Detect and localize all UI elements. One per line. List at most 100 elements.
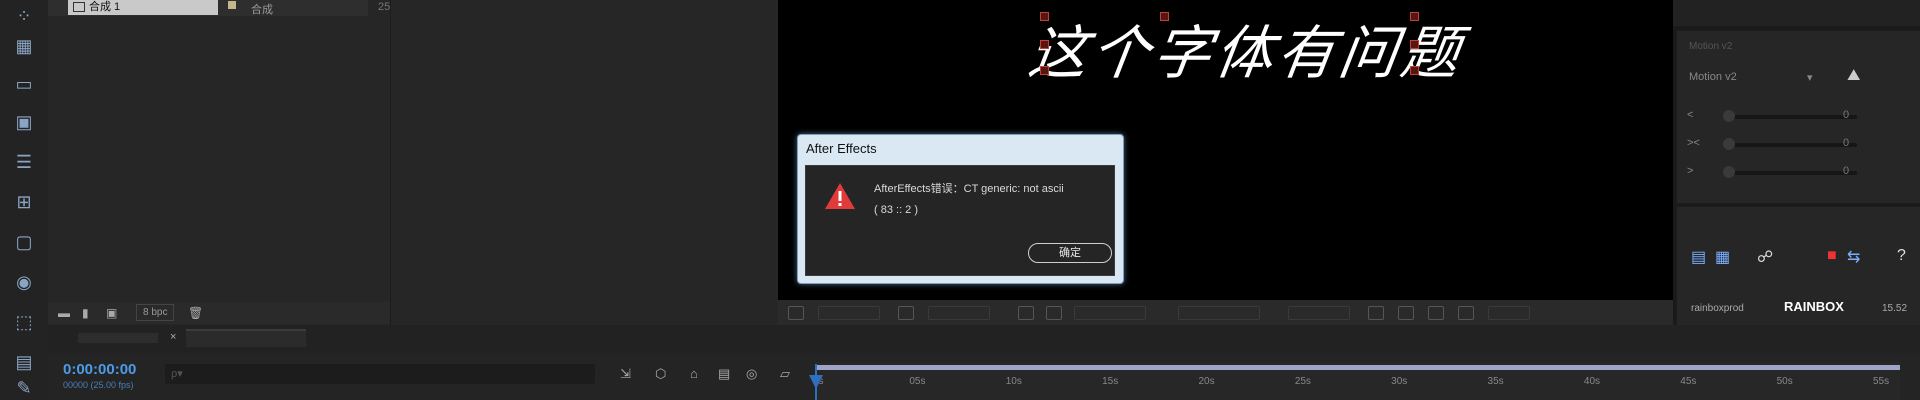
brand-logo: RAINBOX [1784,299,1844,314]
warning-icon [825,183,855,209]
chevron-down-icon[interactable]: ▾ [1807,71,1813,84]
project-item-name[interactable]: 合成 1 [68,0,218,15]
bbox-handle[interactable] [1040,12,1049,21]
slider-track [1727,115,1857,119]
new-comp-icon[interactable]: ▣ [106,306,117,320]
dialog-title: After Effects [806,141,877,156]
motion-slider-2[interactable]: >< 0 [1687,135,1907,153]
draft-3d-icon[interactable]: ⬡ [655,366,666,382]
flowchart-icon[interactable] [1458,306,1474,320]
viewer-controls [778,300,1673,325]
bit-depth-button[interactable]: 8 bpc [136,304,175,321]
close-icon[interactable]: × [170,331,176,343]
snapshot-icon[interactable] [1018,306,1034,320]
composition-flowchart-icon[interactable]: ⇲ [620,366,631,382]
graph-editor-icon[interactable]: ▱ [780,366,790,382]
bbox-handle[interactable] [1040,40,1049,49]
resolution-dropdown[interactable] [928,306,990,320]
slider-knob[interactable] [1723,166,1735,178]
new-folder-icon[interactable]: ▮ [82,306,89,320]
magnification-control[interactable] [788,306,804,320]
project-panel: 合成 1 合成 25 ▬ ▮ ▣ 8 bpc 🗑 [48,0,390,325]
camera-dropdown[interactable] [1074,306,1146,320]
toggle-pixel-icon[interactable] [1368,306,1384,320]
slider-knob[interactable] [1723,110,1735,122]
version-label: 15.52 [1882,303,1908,314]
motion-slider-1[interactable]: < 0 [1687,107,1907,125]
ok-button[interactable]: 确定 [1028,243,1112,263]
ruler-tick-label: 15s [1102,376,1119,387]
bbox-handle[interactable] [1410,66,1419,75]
tab-comp[interactable] [186,329,306,347]
move-tool-icon[interactable]: ⁘ [10,4,38,28]
project-item-row[interactable]: 合成 1 合成 25 [48,0,390,16]
align-icon[interactable]: ☰ [10,150,38,174]
project-item-count: 25 [378,1,391,13]
ruler-tick-label: 10s [1005,376,1022,387]
project-preview-pane [390,0,779,325]
record-icon[interactable]: ■ [1827,247,1837,265]
calculator-icon[interactable]: ▦ [1715,247,1730,267]
monitor-icon[interactable]: ▢ [10,230,38,254]
timeline-icon[interactable] [1428,306,1444,320]
ruler-tick-label: 50s [1776,376,1793,387]
view-layout-dropdown[interactable] [1178,306,1260,320]
info-panel [1673,0,1920,26]
link-icon[interactable]: ⇆ [1847,247,1860,267]
slider-knob[interactable] [1723,138,1735,150]
exposure-control[interactable] [1488,306,1530,320]
ruler-tick-label: 20s [1198,376,1215,387]
render-icon[interactable]: ▤ [10,350,38,374]
zoom-dropdown[interactable] [818,306,880,320]
trash-icon[interactable]: 🗑 [188,306,203,320]
mountains-icon[interactable]: ⛰ [1847,67,1860,85]
nudge-both-icon[interactable]: >< [1687,137,1700,149]
motion-panel-title: Motion v2 [1689,41,1733,52]
bbox-handle[interactable] [1410,40,1419,49]
slider-value: 0 [1843,165,1850,177]
layer-icon[interactable]: ▣ [10,110,38,134]
view-dropdown[interactable] [1288,306,1350,320]
tab-render-queue[interactable] [78,333,158,343]
ruler-tick-label: 25s [1294,376,1311,387]
grid-icon[interactable]: ▦ [10,34,38,58]
folder-icon[interactable]: ▭ [10,72,38,96]
ruler-tick-label: 55s [1873,376,1890,387]
current-timecode[interactable]: 0:00:00:00 [63,361,136,378]
motion-blur-icon[interactable]: ◎ [746,366,757,382]
panels-icon[interactable]: ⊞ [10,190,38,214]
interpret-footage-icon[interactable]: ▬ [58,306,70,320]
ruler-ticks: 0s05s10s15s20s25s30s35s40s45s50s55s [813,362,1900,400]
bbox-handle[interactable] [1040,66,1049,75]
project-item-type: 合成 [251,4,273,16]
motion-preset-dropdown[interactable]: Motion v2 [1689,71,1737,83]
crop-icon[interactable]: ⬚ [10,310,38,334]
fast-preview-icon[interactable] [1398,306,1414,320]
error-dialog: After Effects AfterEffects错误：CT generic:… [797,134,1124,284]
rig-icon[interactable]: ☍ [1757,247,1773,267]
shy-icon[interactable]: ⌂ [690,366,698,381]
motion-panel: Motion v2 Motion v2 ▾ ⛰ < 0 >< 0 > 0 [1676,30,1920,204]
slider-track [1727,171,1857,175]
bbox-handle[interactable] [1160,12,1169,21]
nudge-left-icon[interactable]: < [1687,109,1693,121]
slider-value: 0 [1843,137,1850,149]
motion-slider-3[interactable]: > 0 [1687,163,1907,181]
nudge-right-icon[interactable]: > [1687,165,1693,177]
brush-icon[interactable]: ✎ [10,376,38,400]
camera-icon[interactable]: ◉ [10,270,38,294]
save-icon[interactable]: ▤ [1691,247,1706,267]
grid-toggle-icon[interactable] [898,306,914,320]
project-footer: ▬ ▮ ▣ 8 bpc 🗑 [48,302,390,324]
layer-search-input[interactable]: ρ▾ [165,364,595,384]
label-color-swatch[interactable] [228,1,236,9]
dialog-message: AfterEffects错误：CT generic: not ascii [874,183,1064,195]
help-icon[interactable]: ? [1897,247,1906,265]
bbox-handle[interactable] [1410,12,1419,21]
duik-panel: ▤ ▦ ☍ ■ ⇆ ? rainboxprod RAINBOX 15.52 [1676,206,1920,327]
frame-count: 00000 (25.00 fps) [63,380,134,390]
show-channel-icon[interactable] [1046,306,1062,320]
frame-blending-icon[interactable]: ▤ [718,366,730,382]
ruler-tick-label: 05s [909,376,926,387]
canvas-text-layer[interactable]: 这个字体有问题 [1024,6,1470,90]
